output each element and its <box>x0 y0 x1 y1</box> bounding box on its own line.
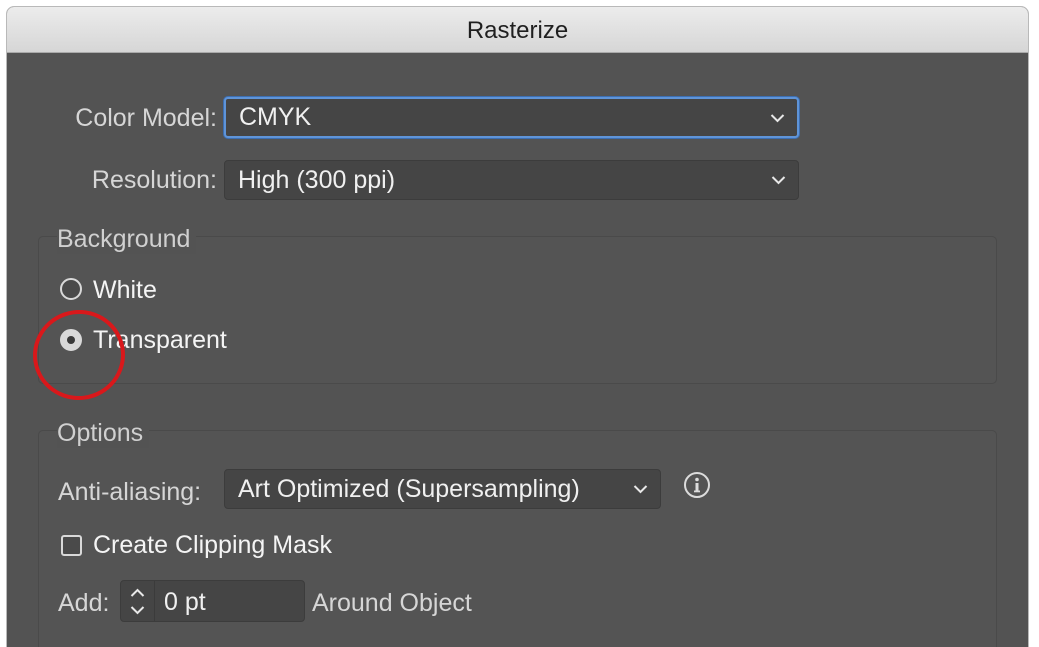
resolution-value: High (300 ppi) <box>238 166 396 194</box>
dialog-title: Rasterize <box>466 17 569 44</box>
anti-aliasing-select[interactable]: Art Optimized (Supersampling) <box>224 469 661 509</box>
add-amount-stepper[interactable] <box>121 581 155 621</box>
stepper-up-icon[interactable] <box>130 588 145 598</box>
white-radio[interactable] <box>60 278 82 300</box>
add-amount-value: 0 pt <box>164 588 206 616</box>
anti-aliasing-value: Art Optimized (Supersampling) <box>238 475 580 503</box>
resolution-label: Resolution: <box>91 166 217 194</box>
color-model-select[interactable]: CMYK <box>224 97 799 138</box>
clipping-mask-label[interactable]: Create Clipping Mask <box>93 531 332 560</box>
around-object-label: Around Object <box>312 589 472 617</box>
background-group-title: Background <box>57 225 197 254</box>
white-radio-label[interactable]: White <box>93 276 157 305</box>
clipping-mask-checkbox[interactable] <box>61 535 82 556</box>
color-model-label: Color Model: <box>75 104 217 132</box>
rasterize-dialog: Rasterize Color Model: CMYK Resolution: … <box>7 7 1028 647</box>
add-label: Add: <box>58 589 110 617</box>
chevron-down-icon <box>771 176 786 185</box>
add-amount-field[interactable]: 0 pt <box>120 580 305 622</box>
background-group <box>38 236 997 384</box>
options-group-title: Options <box>57 419 150 448</box>
chevron-down-icon <box>633 485 648 494</box>
resolution-select[interactable]: High (300 ppi) <box>224 160 799 200</box>
info-icon[interactable] <box>683 471 711 499</box>
chevron-down-icon <box>770 113 785 122</box>
color-model-value: CMYK <box>239 103 312 131</box>
anti-aliasing-label: Anti-aliasing: <box>58 478 202 506</box>
dialog-title-bar: Rasterize <box>7 7 1028 53</box>
stepper-down-icon[interactable] <box>130 605 145 615</box>
